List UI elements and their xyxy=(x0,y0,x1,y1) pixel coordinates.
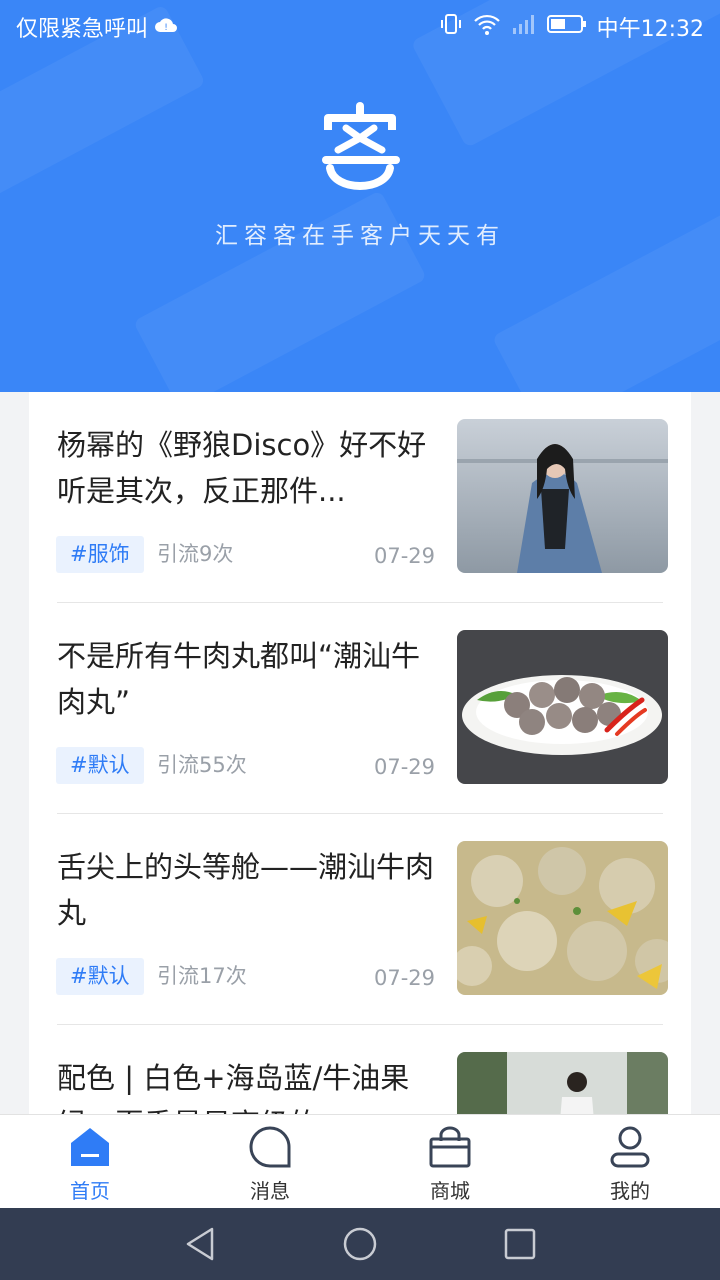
article-card[interactable]: 舌尖上的头等舱——潮汕牛肉丸 #默认 引流17次 07-29 xyxy=(29,814,691,1025)
tab-home[interactable]: 首页 xyxy=(30,1115,150,1209)
article-thumbnail xyxy=(457,630,668,784)
article-title: 舌尖上的头等舱——潮汕牛肉丸 xyxy=(57,850,435,930)
clock-text: 中午12:32 xyxy=(596,17,704,42)
tab-label: 我的 xyxy=(610,1179,650,1203)
screen: 仅限紧急呼叫 ! 中午12:32 汇容客在手客户天天有 杨幂的《野狼Disco》… xyxy=(0,0,720,1280)
article-card[interactable]: 不是所有牛肉丸都叫“潮汕牛肉丸” #默认 引流55次 07-29 xyxy=(29,603,691,814)
status-bar: 仅限紧急呼叫 ! 中午12:32 xyxy=(0,0,720,50)
wifi-icon xyxy=(473,12,501,42)
article-title: 配色 | 白色+海岛蓝/牛油果绿，夏季最显高级的 xyxy=(57,1061,410,1114)
tab-label: 消息 xyxy=(250,1179,290,1203)
article-feed[interactable]: 杨幂的《野狼Disco》好不好听是其次，反正那件... #服饰 引流9次 07-… xyxy=(29,392,691,1114)
tab-mall[interactable]: 商城 xyxy=(390,1115,510,1209)
article-views: 引流9次 xyxy=(157,542,234,566)
article-views: 引流55次 xyxy=(157,753,247,777)
message-icon xyxy=(249,1126,291,1168)
article-tag[interactable]: #默认 xyxy=(56,958,144,995)
svg-text:!: ! xyxy=(164,23,168,33)
article-title: 杨幂的《野狼Disco》好不好听是其次，反正那件... xyxy=(57,428,427,508)
article-views: 引流17次 xyxy=(157,964,247,988)
article-date: 07-29 xyxy=(374,544,436,568)
home-icon xyxy=(71,1128,109,1166)
hero-banner: 仅限紧急呼叫 ! 中午12:32 汇容客在手客户天天有 xyxy=(0,0,720,392)
back-icon[interactable] xyxy=(182,1226,218,1262)
article-tag[interactable]: #服饰 xyxy=(56,536,144,573)
vibrate-icon xyxy=(439,12,463,42)
app-logo-icon xyxy=(300,100,420,200)
tab-label: 商城 xyxy=(430,1179,470,1203)
article-date: 07-29 xyxy=(374,966,436,990)
slogan: 汇容客在手客户天天有 xyxy=(215,223,505,249)
recent-apps-icon[interactable] xyxy=(502,1226,538,1262)
home-circle-icon[interactable] xyxy=(342,1226,378,1262)
carrier-text: 仅限紧急呼叫 xyxy=(16,17,149,42)
article-card[interactable]: 配色 | 白色+海岛蓝/牛油果绿，夏季最显高级的 xyxy=(29,1025,691,1114)
article-title: 不是所有牛肉丸都叫“潮汕牛肉丸” xyxy=(57,639,421,719)
user-icon xyxy=(610,1126,650,1168)
article-tag[interactable]: #默认 xyxy=(56,747,144,784)
cloud-icon: ! xyxy=(154,15,178,40)
battery-icon xyxy=(546,12,587,42)
tab-profile[interactable]: 我的 xyxy=(570,1115,690,1209)
article-thumbnail xyxy=(457,841,668,995)
signal-icon xyxy=(511,12,537,42)
article-card[interactable]: 杨幂的《野狼Disco》好不好听是其次，反正那件... #服饰 引流9次 07-… xyxy=(29,392,691,603)
article-date: 07-29 xyxy=(374,755,436,779)
tab-messages[interactable]: 消息 xyxy=(210,1115,330,1209)
bottom-tab-bar: 首页 消息 商城 我的 xyxy=(0,1114,720,1208)
article-thumbnail xyxy=(457,1052,668,1114)
tab-label: 首页 xyxy=(70,1179,110,1203)
shopping-bag-icon xyxy=(429,1126,471,1168)
system-nav-bar xyxy=(0,1208,720,1280)
article-thumbnail xyxy=(457,419,668,573)
